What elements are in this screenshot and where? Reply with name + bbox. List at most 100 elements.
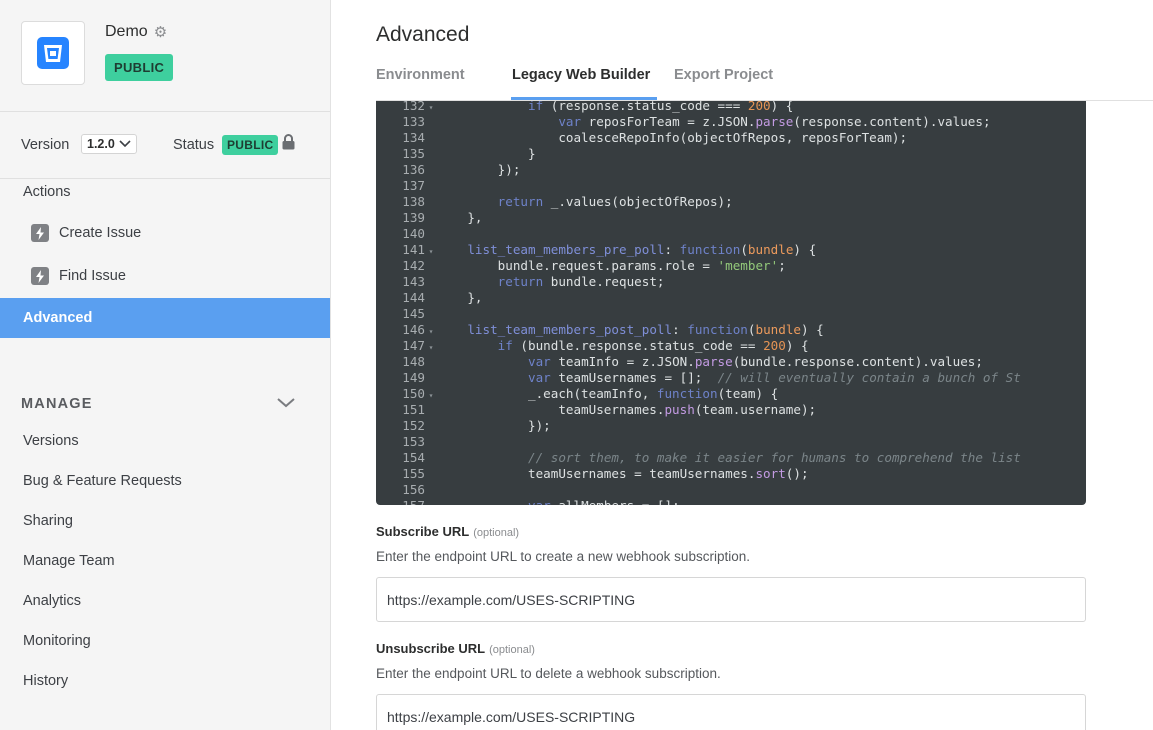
code-line: 134 coalesceRepoInfo(objectOfRepos, repo…: [376, 130, 1086, 146]
line-number: 139: [402, 210, 425, 225]
code-line: 144 },: [376, 290, 1086, 306]
code-editor[interactable]: 132 ▾ if (response.status_code === 200) {…: [376, 101, 1086, 505]
actions-label: Actions: [23, 184, 71, 200]
line-number: 145: [402, 306, 425, 321]
sidebar-item-monitoring[interactable]: Monitoring: [23, 633, 91, 649]
code-text: if (bundle.response.status_code == 200) …: [497, 338, 809, 353]
bolt-icon: [31, 267, 49, 285]
code-line: 135 }: [376, 146, 1086, 162]
code-text: });: [437, 162, 521, 177]
code-line: 133 var reposForTeam = z.JSON.parse(resp…: [376, 114, 1086, 130]
line-number: 137: [402, 178, 425, 193]
unsubscribe-url-help: Enter the endpoint URL to delete a webho…: [376, 666, 721, 681]
unsubscribe-url-label: Unsubscribe URL (optional): [376, 641, 535, 656]
code-line: 153: [376, 434, 1086, 450]
chevron-down-icon[interactable]: [276, 396, 296, 410]
tab-environment[interactable]: Environment: [376, 67, 465, 83]
code-line: 154 // sort them, to make it easier for …: [376, 450, 1086, 466]
sidebar-item-create-issue[interactable]: Create Issue: [31, 224, 141, 242]
bucket-icon: [37, 37, 69, 69]
gear-icon[interactable]: ⚙: [154, 23, 167, 41]
sidebar-item-versions[interactable]: Versions: [23, 433, 79, 449]
code-line: 143 return bundle.request;: [376, 274, 1086, 290]
code-text: // sort them, to make it easier for huma…: [528, 450, 1021, 465]
code-line: 136 });: [376, 162, 1086, 178]
subscribe-url-input[interactable]: https://example.com/USES-SCRIPTING: [376, 577, 1086, 622]
code-line: 152 });: [376, 418, 1086, 434]
line-number: 135: [402, 146, 425, 161]
manage-header: MANAGE: [21, 396, 93, 412]
bolt-icon: [31, 224, 49, 242]
line-number: 144: [402, 290, 425, 305]
sidebar-item-history[interactable]: History: [23, 673, 68, 689]
version-select[interactable]: 1.2.0: [81, 134, 137, 154]
sidebar-item-find-issue[interactable]: Find Issue: [31, 267, 126, 285]
code-line: 157 var allMembers = [];: [376, 498, 1086, 505]
sidebar-item-advanced[interactable]: Advanced: [0, 298, 330, 338]
code-line: 148 var teamInfo = z.JSON.parse(bundle.r…: [376, 354, 1086, 370]
line-number: 140: [402, 226, 425, 241]
line-number: 132: [402, 101, 425, 113]
sidebar-item-manage-team[interactable]: Manage Team: [23, 553, 115, 569]
subscribe-url-label-text: Subscribe URL: [376, 524, 470, 539]
code-text: list_team_members_pre_poll: function(bun…: [467, 242, 817, 257]
line-number: 151: [402, 402, 425, 417]
optional-hint: (optional): [489, 644, 535, 656]
line-number: 141: [402, 242, 425, 257]
line-number: 152: [402, 418, 425, 433]
code-text: }: [437, 146, 536, 161]
app-logo[interactable]: [21, 21, 85, 85]
code-line: 140: [376, 226, 1086, 242]
line-number: 134: [402, 130, 425, 145]
line-number: 156: [402, 482, 425, 497]
code-text: var teamUsernames = []; // will eventual…: [528, 370, 1021, 385]
tab-bar: Environment Legacy Web Builder Export Pr…: [376, 66, 1153, 101]
code-line: 146 ▾ list_team_members_post_poll: functi…: [376, 322, 1086, 338]
line-number: 157: [376, 498, 425, 505]
code-line: 149 var teamUsernames = []; // will even…: [376, 370, 1086, 386]
code-text: teamUsernames.push(team.username);: [437, 402, 817, 417]
code-text: var reposForTeam = z.JSON.parse(response…: [558, 114, 991, 129]
status-badge: PUBLIC: [222, 135, 279, 155]
line-number: 153: [402, 434, 425, 449]
sidebar-item-bug-feature-requests[interactable]: Bug & Feature Requests: [23, 473, 182, 489]
line-number: 149: [402, 370, 425, 385]
sidebar-item-label: Find Issue: [59, 268, 126, 284]
tab-export-project[interactable]: Export Project: [674, 67, 773, 83]
code-line: 145: [376, 306, 1086, 322]
active-tab-indicator: [511, 97, 657, 100]
app-name: Demo: [105, 23, 148, 40]
version-row: Version 1.2.0 Status PUBLIC: [0, 112, 330, 179]
code-text: _.each(teamInfo, function(team) {: [437, 386, 779, 401]
version-value: 1.2.0: [87, 137, 115, 151]
subscribe-url-label: Subscribe URL (optional): [376, 524, 519, 539]
page-title: Advanced: [376, 23, 470, 46]
code-text: return _.values(objectOfRepos);: [497, 194, 733, 209]
code-line: 137: [376, 178, 1086, 194]
line-number: 150: [402, 386, 425, 401]
unsubscribe-url-label-text: Unsubscribe URL: [376, 641, 486, 656]
app-header: Demo ⚙ PUBLIC: [0, 0, 330, 112]
sidebar-item-analytics[interactable]: Analytics: [23, 593, 81, 609]
line-number: 148: [402, 354, 425, 369]
code-text: });: [437, 418, 551, 433]
code-line: 142 bundle.request.params.role = 'member…: [376, 258, 1086, 274]
code-text: if (response.status_code === 200) {: [528, 101, 794, 113]
tab-legacy-web-builder[interactable]: Legacy Web Builder: [512, 67, 650, 83]
code-text: var teamInfo = z.JSON.parse(bundle.respo…: [528, 354, 983, 369]
app-name-row: Demo ⚙: [105, 23, 167, 41]
code-line: 147 ▾ if (bundle.response.status_code == …: [376, 338, 1086, 354]
line-number: 146: [402, 322, 425, 337]
code-text: list_team_members_post_poll: function(bu…: [467, 322, 824, 337]
unsubscribe-url-input[interactable]: https://example.com/USES-SCRIPTING: [376, 694, 1086, 730]
code-line: 138 return _.values(objectOfRepos);: [376, 194, 1086, 210]
line-number: 142: [402, 258, 425, 273]
chevron-down-icon: [119, 140, 131, 148]
code-line: 150 ▾ _.each(teamInfo, function(team) {: [376, 386, 1086, 402]
sidebar-item-sharing[interactable]: Sharing: [23, 513, 73, 529]
sidebar-item-label: Create Issue: [59, 225, 142, 241]
optional-hint: (optional): [473, 527, 520, 539]
code-text: bundle.request.params.role = 'member';: [437, 258, 786, 273]
code-line: 139 },: [376, 210, 1086, 226]
code-line: 151 teamUsernames.push(team.username);: [376, 402, 1086, 418]
